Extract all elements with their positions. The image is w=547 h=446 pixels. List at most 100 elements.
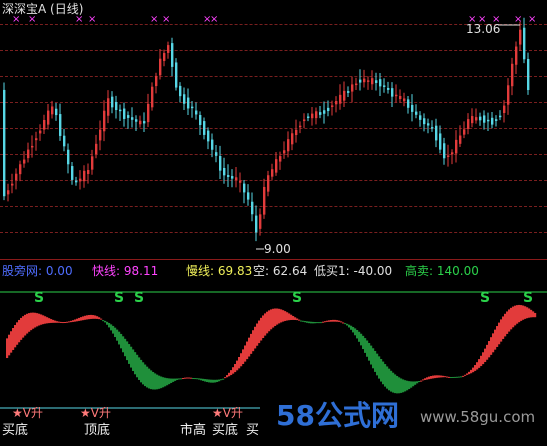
oscillator-band xyxy=(294,317,297,320)
panel-separator xyxy=(0,259,547,260)
oscillator-band xyxy=(94,315,97,319)
oscillator-band xyxy=(254,326,257,349)
oscillator-band xyxy=(270,309,273,330)
oscillator-band xyxy=(392,372,395,393)
candle-body xyxy=(355,83,358,86)
oscillator-band xyxy=(118,331,121,345)
oscillator-band xyxy=(496,326,499,347)
oscillator-band xyxy=(340,321,343,323)
top-bottom-signal: 顶底 xyxy=(84,423,111,438)
oscillator-band xyxy=(204,379,207,382)
candle-body xyxy=(283,150,286,154)
candle-body xyxy=(511,63,514,87)
oscillator-band xyxy=(488,341,491,358)
candle-body xyxy=(435,125,438,141)
oscillator-band xyxy=(128,344,131,364)
oscillator-band xyxy=(500,319,503,342)
candle-body xyxy=(503,105,506,113)
sell-signal-glyph: S xyxy=(292,290,302,306)
candle-body xyxy=(55,108,58,116)
oscillator-band xyxy=(328,320,331,322)
candle-body xyxy=(27,149,30,159)
oscillator-band xyxy=(240,353,243,367)
oscillator-band xyxy=(266,311,269,334)
oscillator-band xyxy=(170,378,173,384)
oscillator-band xyxy=(444,376,447,378)
candle-body xyxy=(231,176,234,179)
sell-signal-glyph: S xyxy=(134,290,144,306)
candle-body xyxy=(155,75,158,87)
oscillator-band xyxy=(452,376,455,378)
oscillator-band xyxy=(330,320,333,322)
oscillator-band xyxy=(180,378,183,380)
oscillator-band xyxy=(246,341,249,360)
oscillator-band xyxy=(364,338,367,353)
oscillator-band xyxy=(462,375,465,377)
oscillator-band xyxy=(362,335,365,350)
candle-body xyxy=(119,109,122,112)
oscillator-band xyxy=(198,378,201,380)
oscillator-band xyxy=(162,377,165,388)
candle-body xyxy=(467,119,470,129)
candle-body xyxy=(427,123,430,126)
oscillator-band xyxy=(230,370,233,376)
candle-body xyxy=(167,45,170,53)
oscillator-band xyxy=(126,341,129,361)
oscillator-band xyxy=(136,354,139,378)
oscillator-band xyxy=(188,377,191,379)
oscillator-band xyxy=(272,308,275,328)
sell-signal-glyph: S xyxy=(34,290,44,306)
oscillator-band xyxy=(276,308,279,325)
oscillator-band xyxy=(352,326,355,333)
candle-body xyxy=(287,139,290,152)
candle-body xyxy=(475,117,478,121)
oscillator-band xyxy=(92,315,95,319)
candle-body xyxy=(407,99,410,108)
low-buy-label: 低买1: -40.00 xyxy=(314,264,393,278)
oscillator-band xyxy=(260,317,263,341)
oscillator-band xyxy=(422,379,425,381)
signal-marker: × xyxy=(150,14,158,25)
candle-body xyxy=(347,91,350,93)
oscillator-band xyxy=(150,370,153,390)
candle-body xyxy=(63,135,66,147)
oscillator-band xyxy=(160,376,163,389)
oscillator-band xyxy=(348,324,351,328)
oscillator-band xyxy=(158,375,161,389)
signal-marker: × xyxy=(88,14,96,25)
candle-body xyxy=(523,27,526,60)
oscillator-band xyxy=(120,333,123,349)
candle-body xyxy=(527,58,530,91)
stock-chart-window: 深深宝A (日线) × × × × × × × × × × × × × 13.06 9.00 股旁网: … xyxy=(0,0,547,446)
candle-body xyxy=(335,101,338,105)
candle-body xyxy=(331,105,334,107)
oscillator-band xyxy=(342,322,345,324)
oscillator-band xyxy=(516,305,519,324)
oscillator-band xyxy=(468,371,471,375)
candle-body xyxy=(459,135,462,144)
oscillator-band xyxy=(382,361,385,385)
oscillator-band xyxy=(388,368,391,391)
buy-signal: 买 xyxy=(246,423,260,438)
candle-body xyxy=(311,113,314,119)
oscillator-band xyxy=(414,381,417,385)
oscillator-band xyxy=(124,338,127,357)
oscillator-band xyxy=(256,323,259,346)
oscillator-band xyxy=(426,377,429,380)
market-high-signal: 市高 xyxy=(180,423,207,438)
oscillator-band xyxy=(222,378,225,380)
oscillator-band xyxy=(90,314,93,319)
oscillator-band xyxy=(338,320,341,322)
oscillator-band xyxy=(480,355,483,367)
oscillator-band xyxy=(534,312,537,318)
v-rise-signal: ★V升 xyxy=(12,406,43,420)
price-candlestick-panel[interactable]: × × × × × × ×× × × × × × xyxy=(0,0,547,260)
oscillator-band xyxy=(434,375,437,379)
oscillator-band xyxy=(394,374,397,394)
signal-marker: × xyxy=(162,14,170,25)
oscillator-band xyxy=(38,313,41,326)
oscillator-band xyxy=(86,315,89,320)
candle-body xyxy=(307,116,310,119)
candle-body xyxy=(131,117,134,120)
sell-signal-glyph: S xyxy=(523,290,533,306)
